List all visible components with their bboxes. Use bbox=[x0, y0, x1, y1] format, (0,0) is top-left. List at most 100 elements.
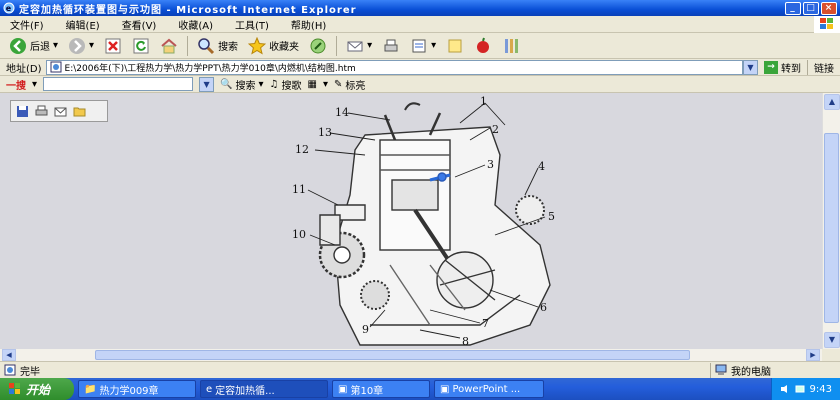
highlight-button[interactable]: ✎ 标亮 bbox=[334, 77, 365, 92]
callout-11: 11 bbox=[292, 183, 306, 196]
dropdown-button[interactable]: ▾ bbox=[323, 79, 328, 90]
search-dropdown-button[interactable]: ▼ bbox=[199, 76, 215, 92]
menu-bar: 文件(F) 编辑(E) 查看(V) 收藏(A) 工具(T) 帮助(H) bbox=[0, 15, 840, 33]
chevron-down-icon[interactable]: ▾ bbox=[367, 40, 372, 51]
media-button[interactable] bbox=[306, 35, 330, 57]
menu-edit[interactable]: 编辑(E) bbox=[56, 17, 112, 32]
maximize-button[interactable]: □ bbox=[803, 1, 819, 15]
menu-help[interactable]: 帮助(H) bbox=[281, 17, 338, 32]
song-search-button[interactable]: ♫ 搜歌 bbox=[270, 77, 302, 92]
print-icon[interactable] bbox=[35, 105, 48, 118]
refresh-button[interactable] bbox=[129, 35, 153, 57]
search-input[interactable] bbox=[43, 77, 194, 91]
toolbar-separator bbox=[187, 35, 189, 56]
search-button[interactable]: 搜索 bbox=[194, 35, 241, 57]
apple-icon bbox=[477, 37, 490, 53]
search-toolbar: 一搜 ▾ ▼ 🔍 搜索 ▾ ♫ 搜歌 ▦ ▾ ✎ 标亮 bbox=[0, 76, 840, 93]
ie-icon: e bbox=[3, 2, 15, 14]
callout-10: 10 bbox=[292, 228, 306, 241]
favorites-button[interactable]: 收藏夹 bbox=[245, 35, 302, 57]
search-brand: 一搜 bbox=[6, 80, 26, 92]
go-label: 转到 bbox=[781, 63, 801, 75]
go-button[interactable]: → 转到 bbox=[758, 60, 807, 75]
task-powerpoint-slide[interactable]: ▣ 第10章 bbox=[332, 380, 430, 398]
title-bar[interactable]: e 定容加热循环装置图与示功图 - Microsoft Internet Exp… bbox=[0, 0, 840, 16]
search-label: 搜索 bbox=[218, 42, 239, 53]
scroll-down-button[interactable]: ▼ bbox=[824, 332, 840, 348]
callout-2: 2 bbox=[492, 123, 499, 136]
folder-icon[interactable] bbox=[73, 105, 86, 118]
back-button[interactable]: 后退 ▾ bbox=[6, 35, 61, 57]
powerpoint-icon: ▣ bbox=[440, 383, 450, 395]
horizontal-scrollbar[interactable]: ◀ ▶ bbox=[0, 349, 822, 361]
image-toolbar bbox=[10, 100, 108, 122]
address-input[interactable]: E:\2006年(下)\工程热力学\热力学PPT\热力学010章\内燃机\结构图… bbox=[45, 59, 743, 75]
task-ie-window[interactable]: e 定容加热循... bbox=[200, 380, 328, 398]
star-icon bbox=[248, 36, 267, 55]
callout-7: 7 bbox=[482, 317, 489, 330]
mail-icon[interactable] bbox=[54, 105, 67, 118]
search-go-button[interactable]: 🔍 搜索 ▾ bbox=[220, 77, 263, 92]
zone-text: 我的电脑 bbox=[731, 366, 771, 378]
chevron-down-icon[interactable]: ▾ bbox=[32, 79, 37, 90]
chevron-down-icon[interactable]: ▾ bbox=[258, 79, 263, 90]
mail-button[interactable]: ▾ bbox=[343, 35, 375, 57]
start-button[interactable]: 开始 bbox=[0, 378, 74, 400]
refresh-icon bbox=[133, 38, 149, 53]
close-button[interactable]: × bbox=[821, 1, 837, 15]
callout-14: 14 bbox=[335, 106, 349, 119]
callout-12: 12 bbox=[295, 143, 309, 156]
back-label: 后退 bbox=[30, 42, 50, 53]
save-icon[interactable] bbox=[16, 105, 29, 118]
chevron-down-icon: ▾ bbox=[322, 78, 328, 90]
menu-file[interactable]: 文件(F) bbox=[0, 17, 56, 32]
menu-tools[interactable]: 工具(T) bbox=[225, 17, 281, 32]
notes-button[interactable] bbox=[443, 35, 467, 57]
minimize-button[interactable]: _ bbox=[785, 1, 801, 15]
address-label: 地址(D) bbox=[6, 63, 42, 75]
scroll-right-button[interactable]: ▶ bbox=[806, 349, 820, 361]
clock[interactable]: 9:43 bbox=[810, 384, 832, 395]
volume-icon[interactable] bbox=[780, 384, 790, 394]
print-button[interactable] bbox=[379, 35, 403, 57]
table-button[interactable]: ▦ bbox=[307, 79, 316, 90]
address-bar: 地址(D) E:\2006年(下)\工程热力学\热力学PPT\热力学010章\内… bbox=[0, 59, 840, 76]
vertical-scroll-thumb[interactable] bbox=[824, 133, 839, 323]
address-dropdown-button[interactable]: ▼ bbox=[743, 59, 758, 75]
media-icon bbox=[310, 38, 326, 53]
document-icon bbox=[412, 39, 426, 52]
taskbar: 开始 📁 热力学009章 e 定容加热循... ▣ 第10章 ▣ PowerPo… bbox=[0, 378, 840, 400]
chevron-down-icon[interactable]: ▾ bbox=[431, 40, 436, 51]
forward-button[interactable]: ▾ bbox=[65, 35, 97, 57]
links-button[interactable]: 链接 bbox=[807, 59, 840, 75]
scroll-up-button[interactable]: ▲ bbox=[824, 94, 840, 110]
task-folder[interactable]: 📁 热力学009章 bbox=[78, 380, 196, 398]
apple-button[interactable] bbox=[471, 35, 495, 57]
scroll-left-button[interactable]: ◀ bbox=[2, 349, 16, 361]
music-note-icon: ♫ bbox=[269, 78, 279, 90]
network-icon[interactable] bbox=[795, 384, 805, 394]
toolbar-separator bbox=[336, 35, 338, 56]
stop-button[interactable] bbox=[101, 35, 125, 57]
callout-9: 9 bbox=[362, 323, 369, 336]
stop-icon bbox=[105, 38, 121, 53]
chevron-down-icon[interactable]: ▾ bbox=[53, 40, 58, 51]
menu-view[interactable]: 查看(V) bbox=[112, 17, 169, 32]
callout-4: 4 bbox=[538, 160, 545, 173]
horizontal-scroll-thumb[interactable] bbox=[95, 350, 690, 360]
task-label: 定容加热循... bbox=[215, 385, 275, 397]
home-button[interactable] bbox=[157, 35, 181, 57]
chevron-down-icon[interactable]: ▾ bbox=[89, 40, 94, 51]
powerpoint-icon: ▣ bbox=[338, 383, 348, 395]
task-powerpoint[interactable]: ▣ PowerPoint ... bbox=[434, 380, 544, 398]
mail-icon bbox=[347, 41, 363, 51]
menu-favorites[interactable]: 收藏(A) bbox=[168, 17, 225, 32]
edit-button[interactable]: ▾ bbox=[407, 35, 439, 57]
engine-structure-diagram: 1 2 3 4 5 6 7 8 9 10 11 12 13 14 bbox=[292, 95, 555, 348]
page-done-icon bbox=[4, 364, 16, 376]
vertical-scrollbar[interactable]: ▲ ▼ bbox=[822, 93, 840, 349]
computer-icon bbox=[715, 364, 727, 375]
callout-3: 3 bbox=[487, 158, 494, 171]
messenger-icon bbox=[505, 38, 519, 53]
messenger-button[interactable] bbox=[499, 35, 523, 57]
